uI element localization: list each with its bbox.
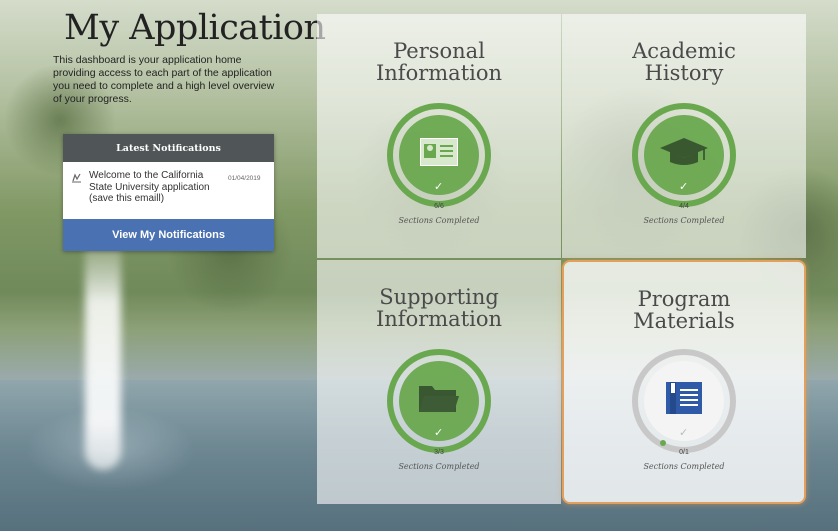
sections-completed-label: Sections Completed [398, 462, 480, 471]
check-icon: ✓ [679, 427, 689, 439]
progress-count: 4/4 [679, 203, 689, 210]
view-notifications-button[interactable]: View My Notifications [63, 219, 274, 251]
progress-ring: ✓ [631, 348, 737, 454]
check-icon: ✓ [679, 181, 689, 193]
bell-icon [71, 172, 83, 187]
dashboard-intro: This dashboard is your application home … [53, 54, 275, 105]
notifications-header: Latest Notifications [63, 134, 274, 162]
card-title-line1: Personal [393, 39, 485, 63]
notification-text: Welcome to the California State Universi… [89, 170, 210, 204]
sections-completed-label: Sections Completed [398, 216, 480, 225]
card-academic-history[interactable]: Academic History ✓ 4/4 Sections Complete… [562, 14, 806, 258]
sections-completed-label: Sections Completed [643, 216, 725, 225]
card-program-materials[interactable]: Program Materials ✓ 0/1 Sections Complet… [562, 260, 806, 504]
sections-completed-label: Sections Completed [643, 462, 725, 471]
check-icon: ✓ [434, 427, 444, 439]
card-title-line2: Information [375, 307, 503, 331]
progress-ring: ✓ [631, 102, 737, 208]
notification-date: 01/04/2019 [228, 175, 261, 182]
card-title: Supporting Information [317, 286, 561, 330]
card-title: Academic History [562, 40, 806, 84]
card-title-line2: History [644, 61, 724, 85]
notifications-list: Welcome to the California State Universi… [63, 162, 274, 219]
card-title-line2: Materials [633, 309, 735, 333]
card-title-line2: Information [375, 61, 503, 85]
card-supporting-information[interactable]: Supporting Information ✓ 3/3 Sections Co… [317, 260, 561, 504]
card-title: Program Materials [564, 288, 804, 332]
progress-count: 3/3 [434, 449, 444, 456]
page-title: My Application [64, 8, 326, 48]
card-title-line1: Academic [632, 39, 736, 63]
progress-ring: ✓ [386, 102, 492, 208]
notifications-panel: Latest Notifications Welcome to the Cali… [63, 134, 274, 251]
progress-count: 0/1 [679, 449, 689, 456]
progress-ring: ✓ [386, 348, 492, 454]
notification-item[interactable]: Welcome to the California State Universi… [63, 162, 274, 219]
card-title-line1: Supporting [379, 285, 499, 309]
card-personal-information[interactable]: Personal Information ✓ 6/6 Sections Comp… [317, 14, 561, 258]
check-icon: ✓ [434, 181, 444, 193]
progress-count: 6/6 [434, 203, 444, 210]
card-title: Personal Information [317, 40, 561, 84]
card-title-line1: Program [637, 287, 731, 311]
